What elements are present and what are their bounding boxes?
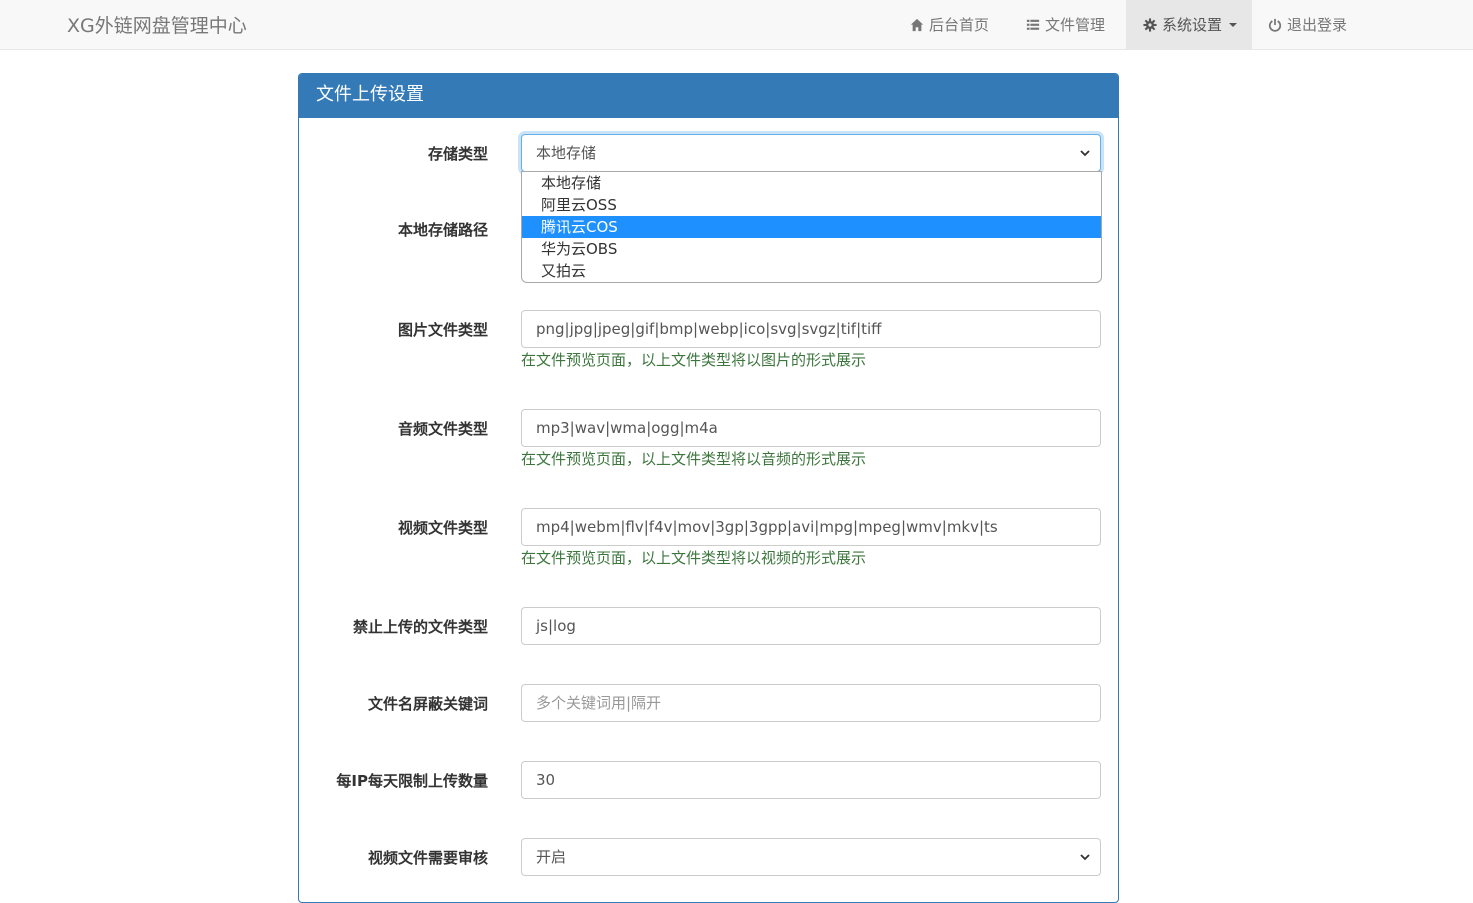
ip-limit-label: 每IP每天限制上传数量 <box>336 772 488 790</box>
nav-settings[interactable]: 系统设置 <box>1126 0 1252 49</box>
gear-icon <box>1143 17 1157 32</box>
caret-down-icon <box>1229 22 1238 27</box>
video-types-label: 视频文件类型 <box>397 519 488 537</box>
storage-type-select[interactable]: 本地存储 <box>521 134 1101 172</box>
video-types-input[interactable]: mp4|webm|flv|f4v|mov|3gp|3gpp|avi|mpg|mp… <box>521 508 1101 546</box>
video-review-label: 视频文件需要审核 <box>367 849 488 867</box>
local-path-label: 本地存储路径 <box>397 221 488 239</box>
nav-home-label: 后台首页 <box>929 15 990 34</box>
audio-types-label: 音频文件类型 <box>397 420 488 438</box>
chevron-down-icon <box>1080 150 1090 157</box>
list-icon <box>1026 19 1040 30</box>
option-aliyun-oss[interactable]: 阿里云OSS <box>522 194 1101 216</box>
video-types-help: 在文件预览页面，以上文件类型将以视频的形式展示 <box>521 549 867 567</box>
image-types-input[interactable]: png|jpg|jpeg|gif|bmp|webp|ico|svg|svgz|t… <box>521 310 1101 348</box>
video-review-select[interactable]: 开启 <box>521 838 1101 876</box>
home-icon <box>910 18 924 31</box>
banned-types-input[interactable]: js|log <box>521 607 1101 645</box>
brand-title[interactable]: XG外链网盘管理中心 <box>67 11 247 38</box>
option-huawei-obs[interactable]: 华为云OBS <box>522 238 1101 260</box>
nav-files[interactable]: 文件管理 <box>1026 0 1122 49</box>
nav-logout-label: 退出登录 <box>1287 15 1348 34</box>
nav-files-label: 文件管理 <box>1045 15 1106 34</box>
chevron-down-icon <box>1080 854 1090 861</box>
power-icon <box>1268 18 1282 32</box>
option-tencent-cos[interactable]: 腾讯云COS <box>522 216 1101 238</box>
banned-types-label: 禁止上传的文件类型 <box>352 618 488 636</box>
storage-type-dropdown: 本地存储 阿里云OSS 腾讯云COS 华为云OBS 又拍云 <box>521 171 1102 283</box>
audio-types-input[interactable]: mp3|wav|wma|ogg|m4a <box>521 409 1101 447</box>
keywords-label: 文件名屏蔽关键词 <box>367 695 488 713</box>
storage-type-value: 本地存储 <box>536 144 597 162</box>
audio-types-help: 在文件预览页面，以上文件类型将以音频的形式展示 <box>521 450 867 468</box>
option-local[interactable]: 本地存储 <box>522 172 1101 194</box>
nav-home[interactable]: 后台首页 <box>910 0 1006 49</box>
video-review-value: 开启 <box>536 848 567 866</box>
nav-settings-label: 系统设置 <box>1162 15 1223 34</box>
keywords-input[interactable]: 多个关键词用|隔开 <box>521 684 1101 722</box>
option-upyun[interactable]: 又拍云 <box>522 260 1101 282</box>
storage-type-label: 存储类型 <box>427 145 488 163</box>
image-types-label: 图片文件类型 <box>397 321 488 339</box>
nav-logout[interactable]: 退出登录 <box>1268 0 1364 49</box>
ip-limit-input[interactable]: 30 <box>521 761 1101 799</box>
top-navbar: XG外链网盘管理中心 后台首页 文件管理 系统设置 退出登录 <box>0 0 1473 50</box>
image-types-help: 在文件预览页面，以上文件类型将以图片的形式展示 <box>521 351 867 369</box>
panel-title: 文件上传设置 <box>299 74 1118 118</box>
